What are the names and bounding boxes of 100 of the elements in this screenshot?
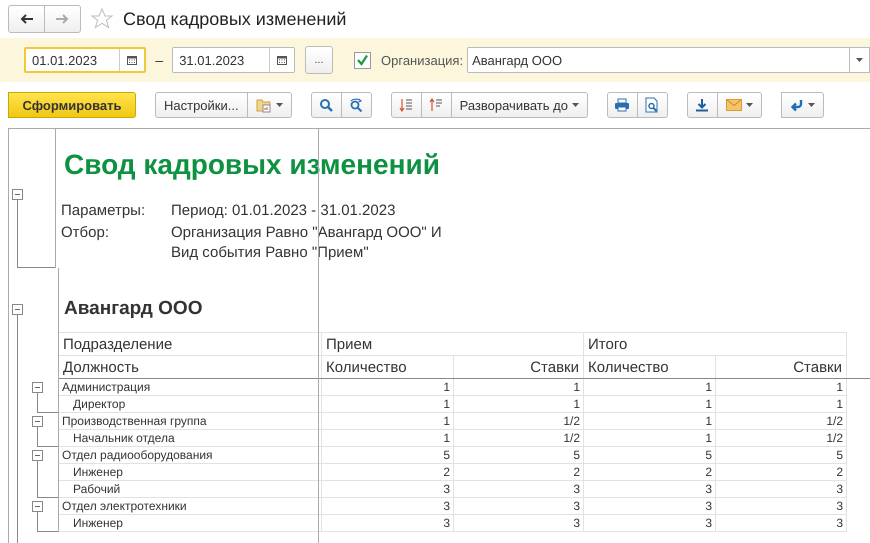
generate-button[interactable]: Сформировать xyxy=(8,92,136,118)
table-cell: 1 xyxy=(584,396,716,413)
tree-line xyxy=(17,200,55,268)
checkbox[interactable] xyxy=(354,52,372,68)
table-cell: 1/2 xyxy=(454,430,584,447)
table-cell: 5 xyxy=(454,447,584,464)
tree-line xyxy=(37,393,58,413)
column-header: Должность xyxy=(59,355,322,378)
tree-line xyxy=(37,512,58,532)
envelope-icon xyxy=(726,99,742,111)
table-cell: 5 xyxy=(322,447,454,464)
department-cell: Отдел радиооборудования xyxy=(59,447,322,464)
table-cell: 3 xyxy=(454,481,584,498)
minus-icon xyxy=(34,503,41,510)
dropdown-button[interactable] xyxy=(850,47,870,73)
table-cell: 3 xyxy=(322,481,454,498)
parameter-value: Период: 01.01.2023 - 31.01.2023 xyxy=(171,201,396,221)
date-field[interactable]: 31.01.2023 xyxy=(172,47,295,73)
column-header: Ставки xyxy=(716,355,847,378)
download-button[interactable] xyxy=(686,92,718,118)
table-cell: 1/2 xyxy=(716,413,847,430)
variants-button[interactable] xyxy=(246,92,292,118)
table-cell: 1 xyxy=(322,430,454,447)
collapse-toggle[interactable] xyxy=(32,450,43,461)
position-cell: Инженер xyxy=(59,464,322,481)
table-cell: 3 xyxy=(716,515,847,532)
collapse-toggle[interactable] xyxy=(12,189,23,200)
collapse-toggle[interactable] xyxy=(32,416,43,427)
folder-icon xyxy=(256,97,272,113)
table-cell: 3 xyxy=(454,498,584,515)
preview-button[interactable] xyxy=(636,92,668,118)
column-header: Количество xyxy=(584,355,716,378)
position-cell: Начальник отдела xyxy=(59,430,322,447)
search-next-button[interactable] xyxy=(340,92,372,118)
table-cell: 5 xyxy=(716,447,847,464)
column-header: Итого xyxy=(584,332,847,355)
table-cell: 1 xyxy=(454,396,584,413)
table-cell: 1 xyxy=(454,379,584,396)
date-separator: – xyxy=(155,52,164,68)
calendar-icon[interactable] xyxy=(127,55,138,65)
sort-ascending-button[interactable] xyxy=(420,92,452,118)
back-button[interactable] xyxy=(8,5,45,33)
return-arrow-icon xyxy=(790,98,804,112)
printer-icon xyxy=(614,98,630,112)
report-title: Свод кадровых изменений xyxy=(64,149,441,181)
table-cell: 1 xyxy=(716,396,847,413)
table-cell: 3 xyxy=(584,515,716,532)
caret-icon xyxy=(572,103,579,107)
search-icon xyxy=(319,98,334,112)
collapse-toggle[interactable] xyxy=(32,501,43,512)
table-cell: 1 xyxy=(322,396,454,413)
period-button[interactable]: ... xyxy=(304,46,334,74)
tree-line xyxy=(37,461,58,498)
table-cell: 5 xyxy=(584,447,716,464)
column-header: Прием xyxy=(322,332,584,355)
collapse-toggle[interactable] xyxy=(12,304,23,315)
table-cell: 1/2 xyxy=(454,413,584,430)
minus-icon xyxy=(34,452,41,459)
date-field[interactable]: 01.01.2023 xyxy=(24,47,146,73)
collapse-toggle[interactable] xyxy=(32,382,43,393)
table-cell: 3 xyxy=(454,515,584,532)
organization-field[interactable]: Авангард ООО xyxy=(467,47,850,73)
document-search-icon xyxy=(645,97,660,113)
table-cell: 3 xyxy=(716,498,847,515)
caret-icon xyxy=(808,103,815,107)
return-button[interactable] xyxy=(780,92,824,118)
table-cell: 3 xyxy=(584,481,716,498)
table-cell: 3 xyxy=(322,515,454,532)
parameter-label: Параметры: xyxy=(61,201,146,221)
star-icon[interactable] xyxy=(90,7,114,31)
search-button[interactable] xyxy=(310,92,342,118)
expand-button[interactable]: Разворачивать до xyxy=(450,92,588,118)
settings-button[interactable]: Настройки... xyxy=(155,92,248,118)
table-cell: 2 xyxy=(584,464,716,481)
mail-button[interactable] xyxy=(716,92,762,118)
caret-icon xyxy=(746,103,753,107)
position-cell: Рабочий xyxy=(59,481,322,498)
minus-icon xyxy=(34,384,41,391)
department-cell: Администрация xyxy=(59,379,322,396)
table-cell: 3 xyxy=(322,498,454,515)
sort-descending-button[interactable] xyxy=(390,92,422,118)
tree-line xyxy=(37,427,58,447)
table-cell: 2 xyxy=(322,464,454,481)
calendar-icon[interactable] xyxy=(276,55,287,65)
table-cell: 1 xyxy=(584,430,716,447)
minus-icon xyxy=(14,306,21,313)
left-arrow-icon xyxy=(19,12,34,26)
sort-ascending-icon xyxy=(429,98,444,112)
parameter-label: Отбор: xyxy=(61,223,110,243)
column-header: Подразделение xyxy=(59,332,322,355)
table-cell: 1 xyxy=(584,413,716,430)
sort-descending-icon xyxy=(399,98,414,112)
column-header: Ставки xyxy=(454,355,584,378)
table-cell: 3 xyxy=(716,481,847,498)
search-next-icon xyxy=(349,98,364,112)
download-icon xyxy=(695,98,710,112)
print-button[interactable] xyxy=(606,92,638,118)
table-cell: 1 xyxy=(716,379,847,396)
table-cell: 3 xyxy=(584,498,716,515)
table-cell: 2 xyxy=(716,464,847,481)
